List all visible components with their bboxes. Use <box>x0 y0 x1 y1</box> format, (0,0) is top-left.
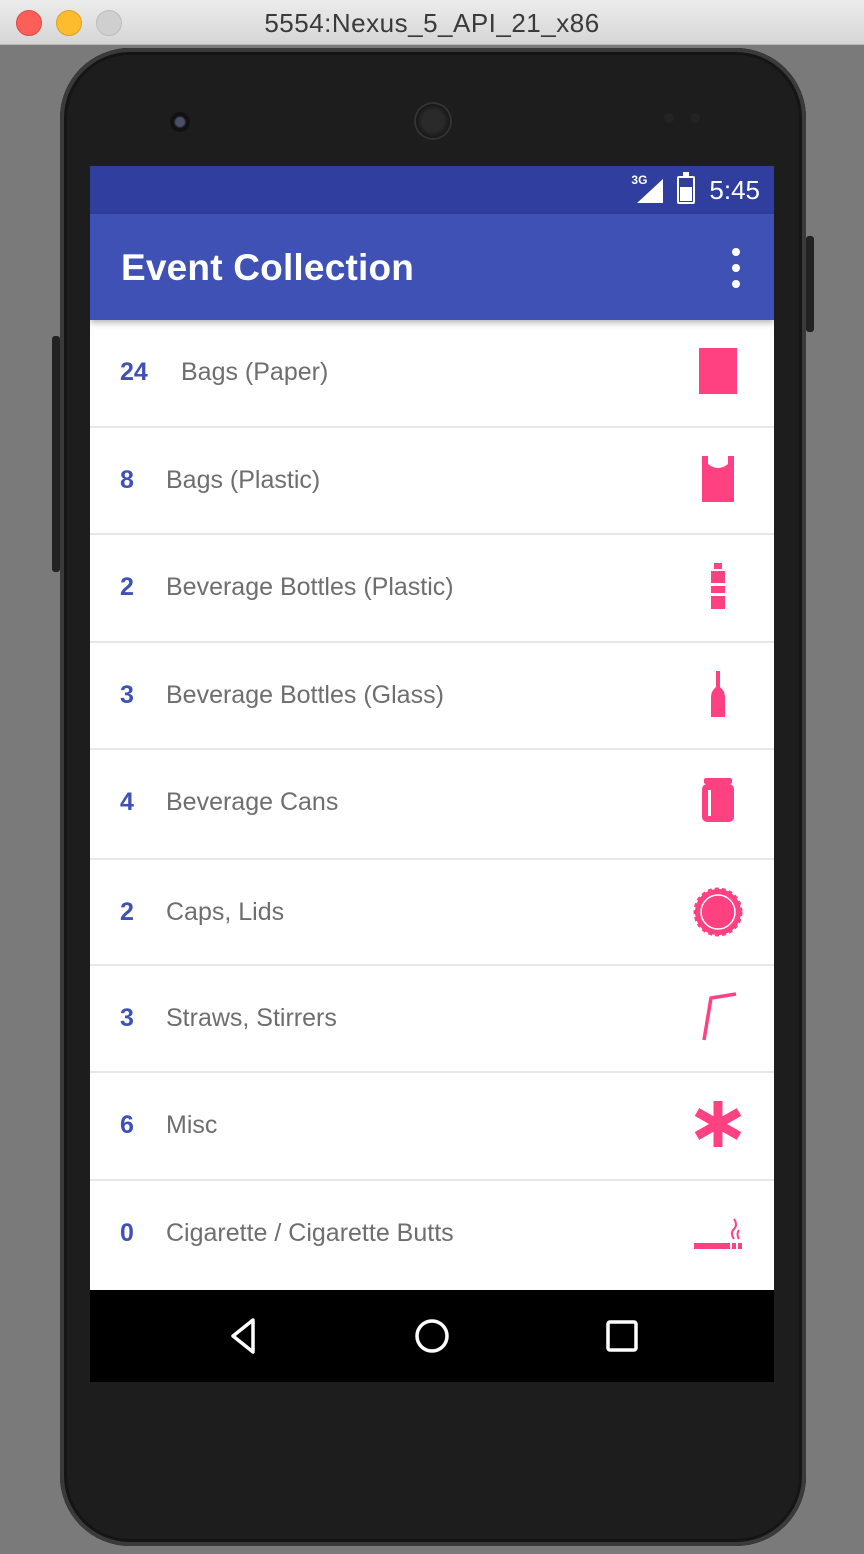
item-label: Beverage Cans <box>166 788 339 817</box>
back-icon[interactable] <box>219 1312 267 1360</box>
status-bar: 3G 5:45 <box>90 166 774 214</box>
list-item[interactable]: 4 Beverage Cans <box>90 750 774 858</box>
item-label: Cigarette / Cigarette Butts <box>166 1218 454 1247</box>
item-count: 3 <box>120 680 134 709</box>
item-count: 4 <box>120 788 134 817</box>
item-count: 3 <box>120 1003 134 1032</box>
overflow-menu-icon[interactable] <box>728 248 744 288</box>
device-screen: 3G 5:45 Event Collection 24 Bags (Paper)… <box>90 166 774 1382</box>
list-item[interactable]: 2 Caps, Lids <box>90 857 774 966</box>
item-label: Bags (Paper) <box>181 358 329 386</box>
can-icon <box>702 778 734 823</box>
bottle-cap-icon <box>693 887 743 937</box>
earpiece-speaker <box>414 102 452 140</box>
recent-apps-icon[interactable] <box>598 1312 646 1360</box>
list-item[interactable]: 3 Beverage Bottles (Glass) <box>90 643 774 751</box>
plastic-bag-icon <box>702 455 734 502</box>
list-item[interactable]: 24 Bags (Paper) <box>90 320 774 428</box>
item-count: 24 <box>120 358 148 386</box>
item-count: 0 <box>120 1218 134 1247</box>
item-count: 8 <box>120 465 134 494</box>
window-title: 5554:Nexus_5_API_21_x86 <box>264 8 600 38</box>
power-button[interactable] <box>52 336 60 572</box>
item-label: Misc <box>166 1111 218 1140</box>
cell-signal-icon: 3G <box>631 173 664 205</box>
item-label: Caps, Lids <box>166 897 285 926</box>
list-item[interactable]: 3 Straws, Stirrers <box>90 966 774 1074</box>
navigation-bar <box>90 1290 774 1382</box>
item-label: Bags (Plastic) <box>166 465 321 494</box>
item-count: 6 <box>120 1111 134 1140</box>
cigarette-icon <box>694 1218 742 1249</box>
plastic-bottle-icon <box>711 563 725 610</box>
status-time: 5:45 <box>709 174 760 205</box>
item-label: Beverage Bottles (Plastic) <box>166 573 454 602</box>
app-title: Event Collection <box>121 247 415 288</box>
paper-bag-icon <box>699 348 737 394</box>
light-sensor <box>690 113 700 123</box>
item-label: Straws, Stirrers <box>166 1003 337 1032</box>
straw-icon <box>702 991 737 1040</box>
list-item[interactable]: 8 Bags (Plastic) <box>90 428 774 536</box>
proximity-sensor <box>664 113 674 123</box>
home-icon[interactable] <box>408 1312 456 1360</box>
volume-button[interactable] <box>806 236 814 332</box>
list-item[interactable]: 0 Cigarette / Cigarette Butts <box>90 1181 774 1289</box>
emulator-title-bar: 5554:Nexus_5_API_21_x86 <box>0 0 864 45</box>
app-bar: Event Collection <box>90 214 774 320</box>
asterisk-icon <box>694 1101 742 1148</box>
glass-bottle-icon <box>711 670 725 717</box>
item-label: Beverage Bottles (Glass) <box>166 680 444 709</box>
item-count: 2 <box>120 573 134 602</box>
front-camera <box>170 112 190 132</box>
item-list: 24 Bags (Paper) 8 Bags (Plastic) 2 Bever… <box>90 320 774 1288</box>
battery-icon <box>677 172 696 204</box>
list-item[interactable]: 6 Misc <box>90 1073 774 1181</box>
item-count: 2 <box>120 897 134 926</box>
list-item[interactable]: 2 Beverage Bottles (Plastic) <box>90 535 774 643</box>
